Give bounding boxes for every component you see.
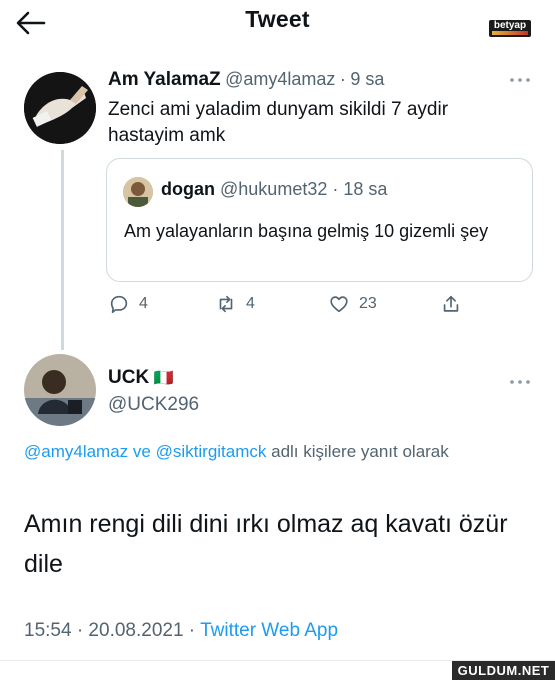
share-icon xyxy=(443,295,459,312)
italy-flag-icon: 🇮🇹 xyxy=(153,370,174,387)
quote-time: 18 sa xyxy=(343,179,388,199)
quote-author-name: dogan xyxy=(161,179,215,199)
comment-icon xyxy=(110,295,128,314)
quote-author-handle: @hukumet32 xyxy=(220,179,328,199)
replying-to: @amy4lamaz ve @siktirgitamck adlı kişile… xyxy=(24,438,504,466)
tweet-text: Zenci ami yaladim dunyam sikildi 7 aydir… xyxy=(108,99,449,146)
author-name[interactable]: Am YalamaZ xyxy=(108,69,221,90)
time-separator: · xyxy=(339,69,346,89)
retweet-count: 4 xyxy=(246,295,255,312)
reply-count: 4 xyxy=(139,295,148,312)
mention-link-1[interactable]: @amy4lamaz xyxy=(24,442,128,461)
author-handle[interactable]: @amy4lamaz xyxy=(225,69,335,89)
like-count: 23 xyxy=(359,295,377,312)
quote-time-separator: · xyxy=(332,179,339,199)
like-action[interactable]: 23 xyxy=(328,293,377,315)
reply-more-button[interactable] xyxy=(508,370,532,393)
reply-meta: 15:54 · 20.08.2021 · Twitter Web App xyxy=(24,620,338,642)
reply-avatar[interactable] xyxy=(24,354,96,426)
thread-line xyxy=(61,150,64,350)
tweet-header: Am YalamaZ @amy4lamaz · 9 sa xyxy=(108,69,384,91)
share-action[interactable] xyxy=(440,293,462,315)
quote-text: Am yalayanların başına gelmiş 10 gizemli… xyxy=(124,221,489,241)
more-horizontal-icon xyxy=(510,78,530,82)
more-horizontal-icon xyxy=(510,380,530,384)
author-avatar[interactable] xyxy=(24,72,96,144)
quote-tweet[interactable]: dogan @hukumet32 · 18 sa Am yalayanların… xyxy=(106,158,533,282)
heart-icon xyxy=(330,296,348,313)
quote-avatar xyxy=(123,177,153,207)
reply-author-handle[interactable]: @UCK296 xyxy=(108,394,199,416)
retweet-icon xyxy=(219,295,233,313)
source-link[interactable]: Twitter Web App xyxy=(200,620,338,641)
tweet-time[interactable]: 9 sa xyxy=(350,69,384,89)
timestamp[interactable]: 15:54 · 20.08.2021 · xyxy=(24,620,195,641)
page-title: Tweet xyxy=(245,6,310,32)
mention-link-2[interactable]: @siktirgitamck xyxy=(156,442,267,461)
more-button[interactable] xyxy=(508,68,532,91)
reply-author-name[interactable]: UCK xyxy=(108,367,149,388)
reply-action[interactable]: 4 xyxy=(108,293,148,315)
reply-text: Amın rengi dili dini ırkı olmaz aq kavat… xyxy=(24,510,508,578)
replying-suffix: adlı kişilere yanıt olarak xyxy=(271,442,449,461)
reply-header: UCK 🇮🇹 xyxy=(108,367,174,389)
watermark: GULDUM.NET xyxy=(452,661,555,680)
brand-logo: betyap xyxy=(489,20,531,37)
replying-and: ve xyxy=(132,442,151,461)
retweet-action[interactable]: 4 xyxy=(215,293,255,315)
